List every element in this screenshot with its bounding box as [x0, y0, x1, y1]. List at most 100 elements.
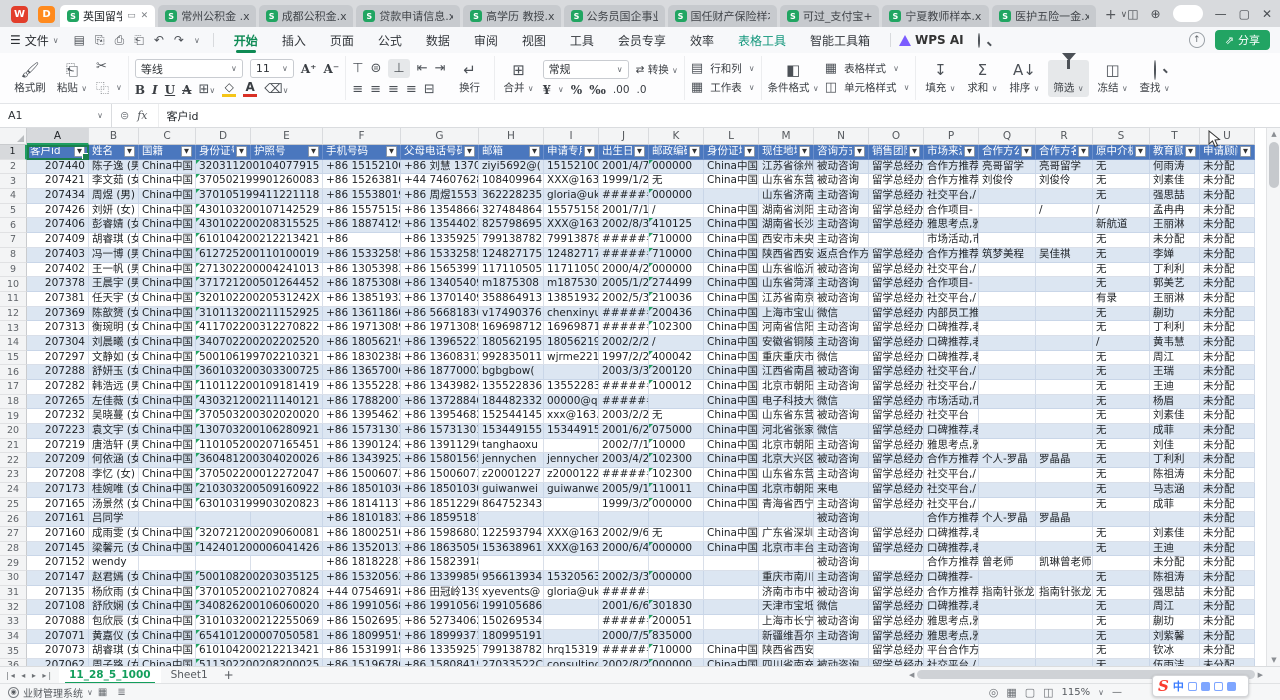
cell[interactable]: China中国: [704, 292, 759, 307]
menu-tab-插入[interactable]: 插入: [270, 27, 318, 53]
cell[interactable]: [544, 365, 599, 380]
cell[interactable]: 207062: [27, 659, 89, 666]
column-letter-Q[interactable]: Q: [979, 128, 1036, 145]
cell[interactable]: 留学总经办: [869, 204, 924, 219]
cell[interactable]: China中国: [704, 498, 759, 513]
cell[interactable]: [979, 277, 1036, 292]
cell[interactable]: [1036, 630, 1093, 645]
cell[interactable]: 被动咨询: [814, 659, 869, 666]
cell[interactable]: 180562199: [544, 336, 599, 351]
column-letter-E[interactable]: E: [251, 128, 323, 145]
cell[interactable]: [979, 336, 1036, 351]
cell[interactable]: 未分配: [1200, 644, 1255, 659]
upload-cloud-icon[interactable]: ↑: [1189, 32, 1205, 48]
cell[interactable]: 207209: [27, 453, 89, 468]
cell[interactable]: xyevents@: [479, 586, 544, 601]
cell[interactable]: 被动咨询: [814, 453, 869, 468]
cell[interactable]: 340702200202202520: [196, 336, 323, 351]
cell[interactable]: [1036, 380, 1093, 395]
font-color-button[interactable]: A: [243, 82, 257, 97]
cell[interactable]: /: [1036, 204, 1093, 219]
cell[interactable]: 何雨涛: [1150, 160, 1200, 175]
cell[interactable]: [979, 498, 1036, 513]
column-letter-C[interactable]: C: [139, 128, 196, 145]
cell[interactable]: 山东省东营: [759, 174, 814, 189]
cell[interactable]: +86 1565399710: [401, 263, 479, 278]
row-number[interactable]: 15: [0, 351, 27, 366]
cell[interactable]: 992835011: [479, 351, 544, 366]
cell[interactable]: 北京市朝阳: [759, 380, 814, 395]
cell[interactable]: 蒯玏: [1150, 615, 1200, 630]
cell[interactable]: 合作方推荐: [924, 248, 979, 263]
column-letter-G[interactable]: G: [401, 128, 479, 145]
cell[interactable]: [704, 630, 759, 645]
cell[interactable]: 胡睿琪 (女: [89, 644, 139, 659]
cell[interactable]: China中国: [139, 292, 196, 307]
filter-dropdown-icon[interactable]: ▼: [1240, 146, 1251, 157]
cell[interactable]: [979, 527, 1036, 542]
cell[interactable]: 山东省济南: [759, 189, 814, 204]
decrease-indent-icon[interactable]: ⇤: [417, 61, 428, 76]
cell[interactable]: 207297: [27, 351, 89, 366]
cell[interactable]: [979, 542, 1036, 557]
cell[interactable]: [1036, 571, 1093, 586]
cell[interactable]: 未分配: [1200, 380, 1255, 395]
cell[interactable]: +86 1360831276: [401, 351, 479, 366]
cell[interactable]: +86 田冠岭13954: [401, 586, 479, 601]
cell[interactable]: 未分配: [1200, 174, 1255, 189]
cell[interactable]: 北京市朝阳: [759, 439, 814, 454]
header-cell[interactable]: 市场来源▼: [924, 145, 979, 160]
file-tab[interactable]: S公务员国企事业单: [564, 5, 665, 27]
row-number[interactable]: 29: [0, 556, 27, 571]
cell[interactable]: 无: [1093, 233, 1150, 248]
cell[interactable]: +86 1580156591: [401, 453, 479, 468]
cell[interactable]: 主动咨询: [814, 571, 869, 586]
strikethrough-button[interactable]: A: [182, 83, 191, 97]
cell[interactable]: 山东省东营: [759, 409, 814, 424]
cell[interactable]: [544, 512, 599, 527]
cell[interactable]: 320721200209060081: [196, 527, 323, 542]
cell[interactable]: [544, 498, 599, 513]
cell[interactable]: 110105200207165451: [196, 439, 323, 454]
tab-close-icon[interactable]: ✕: [141, 11, 149, 21]
sheet-tab-Sheet1[interactable]: Sheet1: [161, 667, 218, 684]
cell[interactable]: [1036, 233, 1093, 248]
cell[interactable]: wjrme221(: [544, 351, 599, 366]
cell[interactable]: guiwanwei: [544, 483, 599, 498]
file-tab[interactable]: S可过_支付宝+_滴: [780, 5, 880, 27]
cell[interactable]: 留学总经办: [869, 644, 924, 659]
cell[interactable]: 无: [1093, 263, 1150, 278]
filter-dropdown-icon[interactable]: ▼: [584, 146, 595, 157]
cell[interactable]: 口碑推荐-: [924, 571, 979, 586]
cell[interactable]: 207378: [27, 277, 89, 292]
docer-icon[interactable]: D: [38, 6, 55, 23]
cell[interactable]: 刘俊伶: [1036, 174, 1093, 189]
cell[interactable]: China中国: [704, 351, 759, 366]
cell[interactable]: 王迪: [1150, 380, 1200, 395]
cell[interactable]: 未分配: [1200, 321, 1255, 336]
cell[interactable]: 207409: [27, 233, 89, 248]
cell[interactable]: 207313: [27, 321, 89, 336]
menu-tab-数据[interactable]: 数据: [414, 27, 462, 53]
cell[interactable]: 个人-罗晶: [979, 512, 1036, 527]
increase-decimal-icon[interactable]: .00: [613, 84, 630, 96]
cell[interactable]: [704, 571, 759, 586]
cell[interactable]: [979, 204, 1036, 219]
cell[interactable]: +86 15263810: [323, 174, 401, 189]
cell[interactable]: 上海市宝山: [759, 307, 814, 322]
cell[interactable]: 无: [1093, 439, 1150, 454]
row-number[interactable]: 22: [0, 453, 27, 468]
cell[interactable]: 184482332: [479, 395, 544, 410]
cell[interactable]: 上海市长宁: [759, 615, 814, 630]
cell[interactable]: ########: [599, 644, 649, 659]
cell[interactable]: +86 周煜155380: [401, 189, 479, 204]
cell[interactable]: [1036, 277, 1093, 292]
header-cell[interactable]: 合作方公▼: [979, 145, 1036, 160]
cell[interactable]: China中国: [139, 644, 196, 659]
file-tab[interactable]: S成都公积金.xlsx: [259, 5, 354, 27]
save-icon[interactable]: ▤: [74, 33, 85, 47]
cell[interactable]: 000000: [649, 498, 704, 513]
cell[interactable]: +86: [323, 233, 401, 248]
cell[interactable]: [869, 233, 924, 248]
close-button[interactable]: ✕: [1262, 7, 1272, 21]
